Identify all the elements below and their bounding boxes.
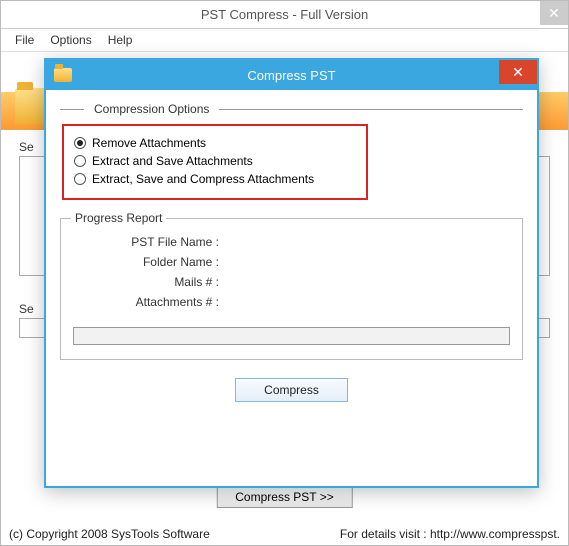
progress-row-mails: Mails # :	[73, 275, 510, 289]
menu-help[interactable]: Help	[100, 31, 141, 49]
dialog-title: Compress PST	[46, 68, 537, 83]
radio-icon	[74, 173, 86, 185]
radio-label: Extract and Save Attachments	[92, 154, 253, 168]
menu-file[interactable]: File	[7, 31, 42, 49]
mails-count-label: Mails # :	[73, 275, 223, 289]
main-title: PST Compress - Full Version	[1, 7, 568, 22]
header-line-left	[60, 109, 84, 110]
radio-label: Remove Attachments	[92, 136, 206, 150]
footer: (c) Copyright 2008 SysTools Software For…	[9, 527, 560, 541]
radio-label: Extract, Save and Compress Attachments	[92, 172, 314, 186]
compress-dialog: Compress PST ✕ Compression Options Remov…	[44, 58, 539, 488]
header-line-right	[219, 109, 523, 110]
folder-name-label: Folder Name :	[73, 255, 223, 269]
compression-options-group: Remove Attachments Extract and Save Atta…	[62, 124, 368, 200]
main-titlebar: PST Compress - Full Version ✕	[1, 1, 568, 29]
progress-legend: Progress Report	[71, 211, 166, 225]
progress-row-attachments: Attachments # :	[73, 295, 510, 309]
compress-button[interactable]: Compress	[235, 378, 348, 402]
progress-row-pst: PST File Name :	[73, 235, 510, 249]
radio-remove-attachments[interactable]: Remove Attachments	[74, 136, 356, 150]
footer-link[interactable]: For details visit : http://www.compressp…	[340, 527, 560, 541]
radio-icon	[74, 137, 86, 149]
main-close-button[interactable]: ✕	[540, 1, 568, 25]
dialog-close-button[interactable]: ✕	[499, 60, 537, 84]
compression-options-header: Compression Options	[60, 102, 523, 116]
radio-extract-save-compress[interactable]: Extract, Save and Compress Attachments	[74, 172, 356, 186]
menubar: File Options Help	[1, 29, 568, 52]
progress-bar	[73, 327, 510, 345]
radio-extract-save[interactable]: Extract and Save Attachments	[74, 154, 356, 168]
radio-icon	[74, 155, 86, 167]
pst-file-label: PST File Name :	[73, 235, 223, 249]
footer-copyright: (c) Copyright 2008 SysTools Software	[9, 527, 210, 541]
attachments-count-label: Attachments # :	[73, 295, 223, 309]
bg-compress-button[interactable]: Compress PST >>	[216, 486, 352, 508]
progress-report-group: Progress Report PST File Name : Folder N…	[60, 218, 523, 360]
dialog-body: Compression Options Remove Attachments E…	[46, 90, 537, 414]
dialog-titlebar: Compress PST ✕	[46, 60, 537, 90]
compression-options-label: Compression Options	[94, 102, 209, 116]
menu-options[interactable]: Options	[42, 31, 99, 49]
progress-row-folder: Folder Name :	[73, 255, 510, 269]
